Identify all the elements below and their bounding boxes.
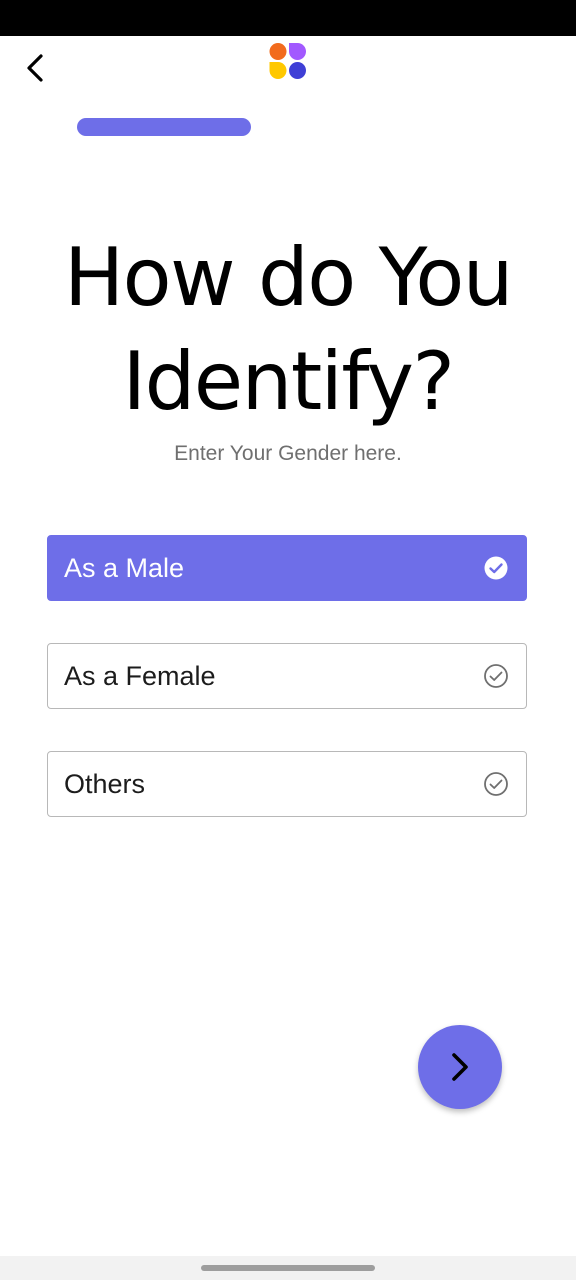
option-label: As a Male xyxy=(64,552,185,583)
option-male[interactable]: As a Male xyxy=(47,535,527,601)
navigation-bar xyxy=(0,1256,576,1280)
back-button[interactable] xyxy=(14,46,58,90)
option-others[interactable]: Others xyxy=(47,751,527,817)
chevron-left-icon xyxy=(27,54,43,82)
four-petal-logo-icon xyxy=(269,43,306,79)
progress-bar xyxy=(77,118,393,136)
option-label: As a Female xyxy=(64,660,216,691)
next-button[interactable] xyxy=(418,1025,502,1109)
option-label: Others xyxy=(64,768,146,799)
app-logo xyxy=(268,42,308,80)
page-subtitle: Enter Your Gender here. xyxy=(174,442,402,465)
page-title: How do You Identify? xyxy=(63,231,514,428)
progress-fill xyxy=(77,118,251,136)
status-bar xyxy=(0,0,576,36)
check-circle-icon xyxy=(482,662,510,690)
chevron-right-icon xyxy=(452,1053,468,1081)
check-circle-icon xyxy=(482,554,510,582)
option-female[interactable]: As a Female xyxy=(47,643,527,709)
home-indicator[interactable] xyxy=(201,1265,375,1271)
check-circle-icon xyxy=(482,770,510,798)
